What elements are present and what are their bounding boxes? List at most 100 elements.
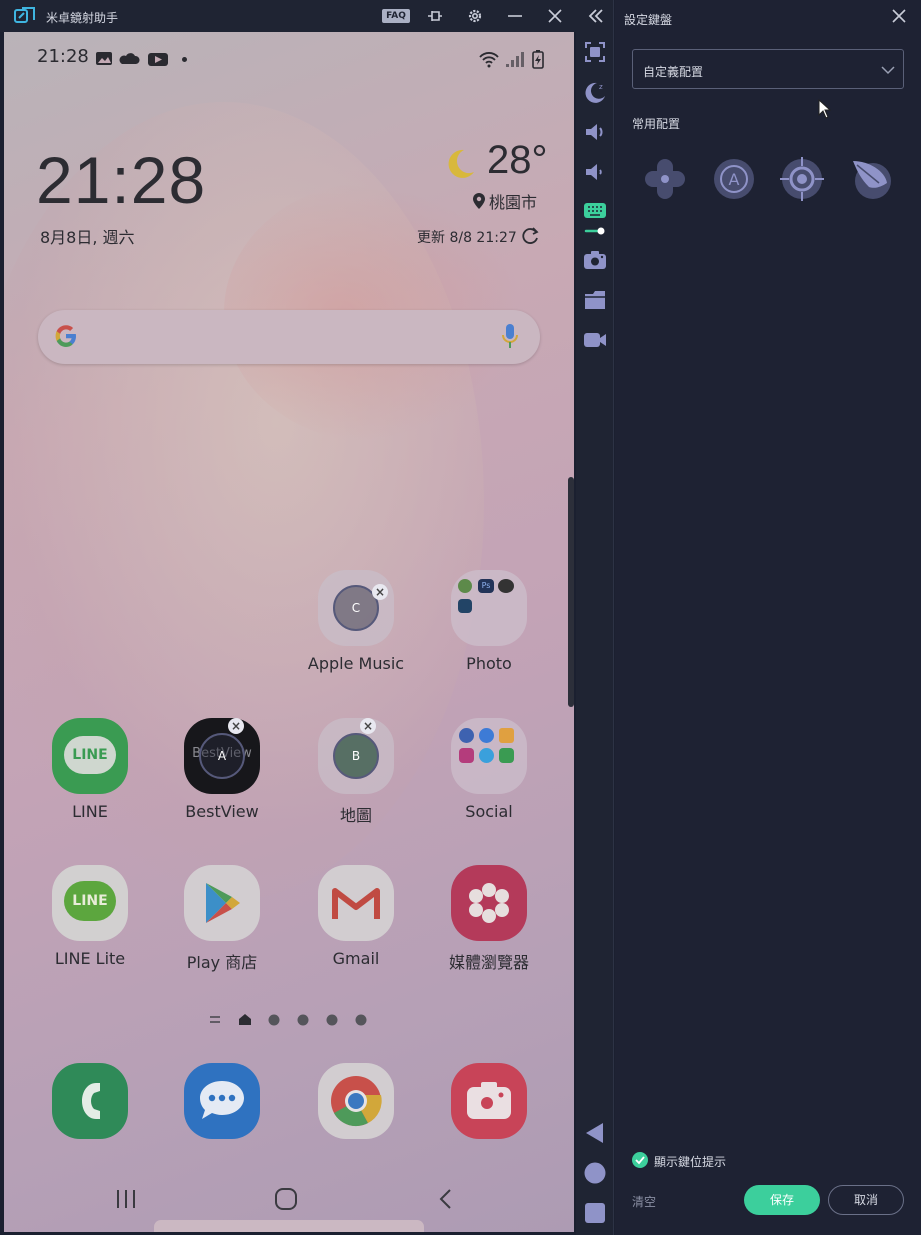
crosshair-preset-icon[interactable] (780, 157, 824, 201)
app-label: Photo (466, 654, 512, 673)
messenger-icon (479, 728, 494, 743)
recent-apps-icon[interactable] (114, 1188, 138, 1210)
faq-button[interactable]: FAQ (382, 9, 410, 23)
weather-city: 桃園市 (489, 193, 538, 212)
cancel-button[interactable]: 取消 (828, 1185, 904, 1215)
app-play-store[interactable]: Play 商店 (162, 865, 282, 973)
file-transfer-icon[interactable] (583, 288, 607, 312)
title-bar: 米卓鏡射助手 FAQ (0, 0, 576, 32)
a-button-preset-icon[interactable]: A (712, 157, 756, 201)
google-search-bar[interactable] (38, 310, 540, 364)
config-select[interactable]: 自定義配置 (632, 49, 904, 89)
app-folder-photo[interactable]: Ps Photo (429, 570, 549, 673)
back-button-icon[interactable] (436, 1188, 456, 1210)
mouse-cursor-icon (818, 99, 832, 119)
google-g-icon (55, 325, 76, 347)
camera-app-icon (451, 1063, 527, 1139)
app-folder-social[interactable]: Social (429, 718, 549, 821)
collapse-chevrons-icon[interactable] (583, 4, 607, 28)
maps-app-icon: B × (318, 718, 394, 794)
key-marker-b[interactable]: B (333, 733, 379, 779)
status-time: 21:28 (37, 46, 89, 67)
microphone-icon[interactable] (502, 324, 518, 350)
remove-key-icon[interactable]: × (228, 718, 244, 734)
skill-preset-icon[interactable] (849, 157, 893, 201)
show-key-hint-label[interactable]: 顯示鍵位提示 (654, 1153, 726, 1170)
app-maps[interactable]: B × 地圖 (296, 718, 416, 826)
show-key-hint-checkbox[interactable] (632, 1152, 648, 1168)
refresh-icon[interactable] (522, 227, 540, 245)
flag-app-icon (499, 728, 514, 743)
tool-strip: z (576, 0, 614, 1235)
line-lite-bubble: LINE (64, 881, 116, 921)
folder-app-camera-icon (498, 579, 514, 593)
volume-down-icon[interactable] (583, 160, 607, 184)
app-label: BestView (185, 802, 259, 821)
chat-bubble-icon (200, 1081, 244, 1119)
clear-button[interactable]: 清空 (632, 1193, 656, 1210)
chrome-app-icon (318, 1063, 394, 1139)
sleep-moon-icon[interactable]: z (583, 80, 607, 104)
camera-body-icon (467, 1082, 511, 1119)
settings-gear-icon[interactable] (465, 6, 485, 26)
fullscreen-icon[interactable] (583, 40, 607, 64)
app-logo-icon (14, 7, 35, 23)
android-back-icon[interactable] (583, 1121, 607, 1145)
pin-icon[interactable] (425, 6, 445, 26)
app-media-browser[interactable]: 媒體瀏覽器 (429, 865, 549, 973)
app-label: Play 商店 (186, 953, 258, 972)
svg-text:A: A (729, 170, 740, 189)
phone-scrollbar[interactable] (568, 477, 574, 707)
remove-key-icon[interactable]: × (372, 584, 388, 600)
android-home-icon[interactable] (583, 1161, 607, 1185)
save-button[interactable]: 保存 (744, 1185, 820, 1215)
mirror-app-window: 米卓鏡射助手 FAQ 21:28 21:28 8月8日, 週六 28° 桃園市 … (0, 0, 921, 1235)
dpad-preset-icon[interactable] (643, 157, 687, 201)
media-browser-app-icon (451, 865, 527, 941)
minimize-icon[interactable] (505, 6, 525, 26)
key-marker-a[interactable]: A (199, 733, 245, 779)
app-apple-music[interactable]: C × Apple Music (296, 570, 416, 673)
play-store-app-icon (184, 865, 260, 941)
dock-messages[interactable] (162, 1063, 282, 1139)
facebook-icon (459, 728, 474, 743)
close-panel-icon[interactable] (891, 8, 907, 24)
status-dot-icon (182, 57, 187, 62)
line-app-icon: LINE (52, 718, 128, 794)
app-line[interactable]: LINE LINE (30, 718, 150, 821)
moon-weather-icon (448, 149, 474, 178)
app-bestview[interactable]: BestView A × BestView (162, 718, 282, 821)
keyboard-mapping-icon[interactable] (583, 200, 607, 238)
handset-icon (82, 1083, 100, 1119)
app-gmail[interactable]: Gmail (296, 865, 416, 968)
app-label: 地圖 (339, 806, 372, 825)
home-clock[interactable]: 21:28 (36, 142, 206, 218)
twitter-icon (479, 748, 494, 763)
weather-temperature[interactable]: 28° (487, 138, 548, 183)
line-bubble: LINE (64, 736, 116, 774)
home-button-icon[interactable] (274, 1188, 298, 1210)
gmail-m-icon (332, 888, 380, 919)
dock-chrome[interactable] (296, 1063, 416, 1139)
chevron-down-icon (881, 66, 895, 75)
social-folder-icon (451, 718, 527, 794)
dock-phone[interactable] (30, 1063, 150, 1139)
config-select-value: 自定義配置 (643, 65, 704, 79)
app-line-lite[interactable]: LINE LINE Lite (30, 865, 150, 968)
status-notification-icons (96, 52, 168, 66)
dock-camera[interactable] (429, 1063, 549, 1139)
status-signal-battery-icons (479, 50, 544, 69)
location-pin-icon (473, 193, 485, 209)
app-label: Social (465, 802, 513, 821)
close-window-icon[interactable] (545, 6, 565, 26)
screenshot-camera-icon[interactable] (583, 248, 607, 272)
volume-up-icon[interactable] (583, 120, 607, 144)
remove-key-icon[interactable]: × (360, 718, 376, 734)
android-recents-icon[interactable] (583, 1201, 607, 1225)
screen-record-icon[interactable] (583, 328, 607, 352)
line-mini-icon (499, 748, 514, 763)
common-config-heading: 常用配置 (632, 117, 681, 131)
phone-screen[interactable]: 21:28 21:28 8月8日, 週六 28° 桃園市 更新 8/8 21:2… (4, 32, 574, 1232)
keyboard-settings-panel: 設定鍵盤 自定義配置 常用配置 A 顯示鍵位提示 清空 保存 取消 (615, 0, 921, 1235)
weather-update-time: 更新 8/8 21:27 (417, 230, 517, 246)
